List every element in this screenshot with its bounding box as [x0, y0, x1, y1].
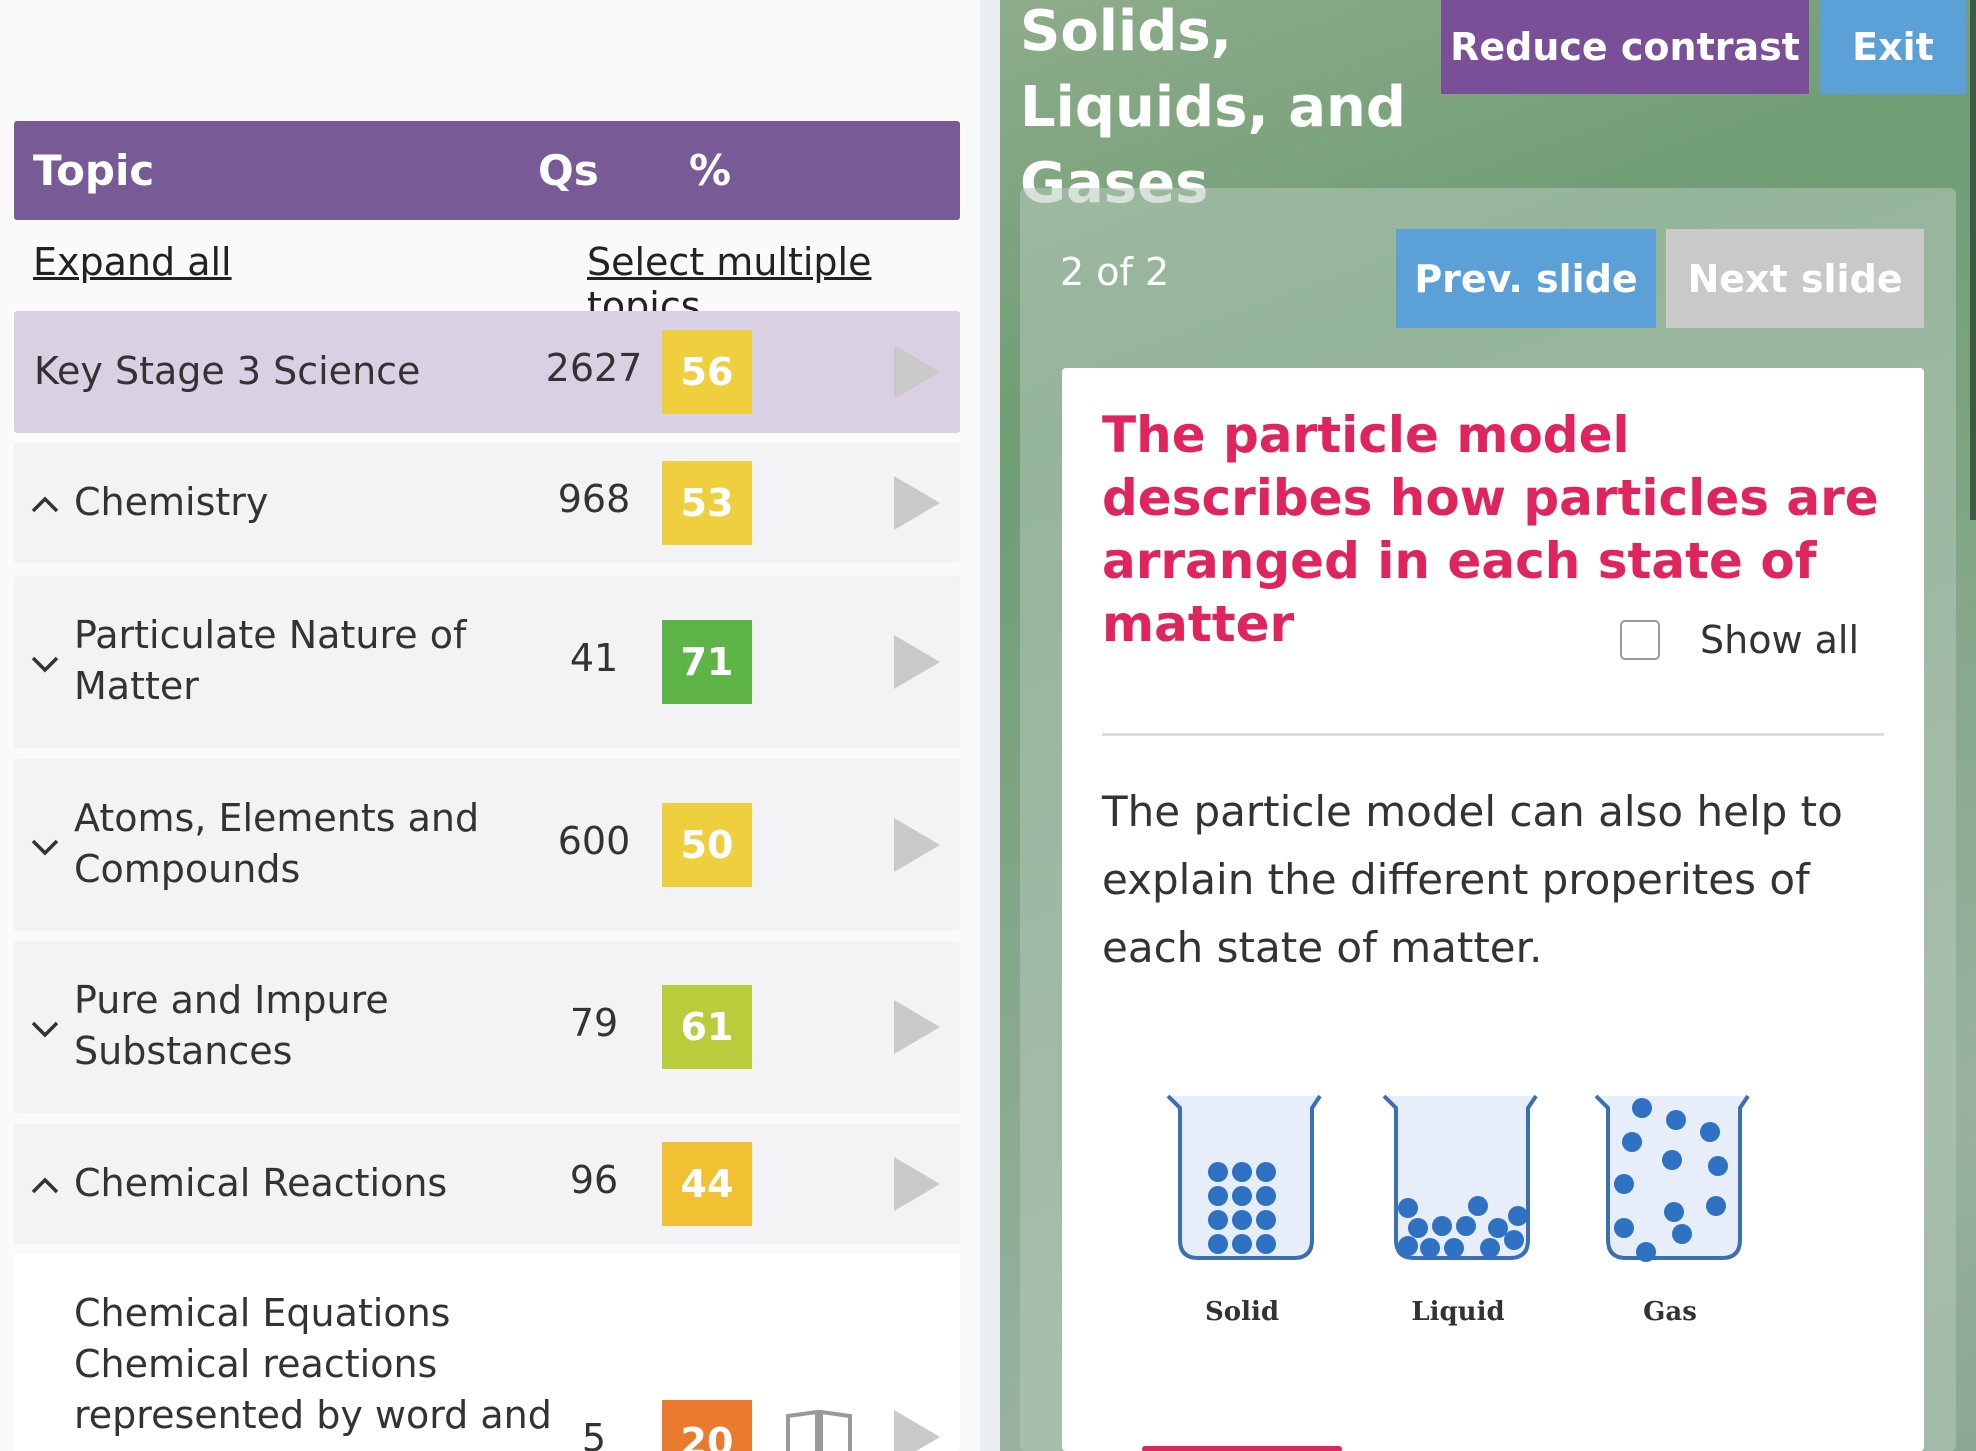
- play-icon[interactable]: [892, 998, 942, 1056]
- topic-name: Chemistry: [74, 480, 269, 524]
- slide-body-text: The particle model can also help to expl…: [1102, 787, 1843, 972]
- topic-row-pure-impure[interactable]: Pure and Impure Substances 79 61: [14, 941, 960, 1113]
- topic-description-line1: Chemical reactions: [74, 1342, 438, 1386]
- show-all-toggle[interactable]: Show all: [1620, 618, 1859, 662]
- topic-row-ks3-science[interactable]: Key Stage 3 Science 2627 56: [14, 311, 960, 433]
- topic-table-header: Topic Qs %: [14, 121, 960, 220]
- slide-counter: 2 of 2: [1060, 250, 1170, 294]
- percent-badge: 20: [662, 1400, 752, 1451]
- question-count: 5: [581, 1416, 607, 1451]
- question-count: 968: [557, 477, 631, 521]
- topic-row-chemistry[interactable]: Chemistry 968 53: [14, 443, 960, 563]
- gas-beaker: Gas: [1594, 1094, 1750, 1327]
- topic-panel: Topic Qs % Expand all Select multiple to…: [0, 0, 980, 1451]
- percent-badge: 71: [662, 620, 752, 704]
- question-count: 79: [569, 1001, 619, 1045]
- qs-column-header: Qs: [538, 146, 599, 195]
- solid-label: Solid: [1205, 1297, 1279, 1327]
- topic-row-chemical-equations[interactable]: Chemical Equations Chemical reactions re…: [14, 1254, 960, 1451]
- play-icon[interactable]: [892, 816, 942, 874]
- chevron-down-icon[interactable]: [28, 829, 62, 863]
- slide-card: The particle model describes how particl…: [1062, 368, 1924, 1451]
- liquid-label: Liquid: [1411, 1297, 1504, 1327]
- play-icon[interactable]: [892, 633, 942, 691]
- reduce-contrast-button[interactable]: Reduce contrast: [1441, 0, 1809, 94]
- chevron-down-icon[interactable]: [28, 646, 62, 680]
- topic-name-line2: Substances: [74, 1029, 293, 1073]
- topic-name-line2: Matter: [74, 664, 199, 708]
- lesson-panel: Solids, Liquids, and Gases Reduce contra…: [1000, 0, 1976, 1451]
- percent-column-header: %: [689, 146, 732, 195]
- prev-slide-button[interactable]: Prev. slide: [1396, 229, 1656, 328]
- question-count: 41: [569, 636, 619, 680]
- chevron-down-icon[interactable]: [28, 1011, 62, 1045]
- percent-badge: 61: [662, 985, 752, 1069]
- topic-row-atoms-elements[interactable]: Atoms, Elements and Compounds 600 50: [14, 759, 960, 931]
- next-slide-button[interactable]: Next slide: [1666, 229, 1924, 328]
- topic-name-line1: Pure and Impure: [74, 978, 389, 1022]
- percent-badge: 53: [662, 461, 752, 545]
- topic-name: Chemical Reactions: [74, 1161, 448, 1205]
- topic-row-particulate-nature[interactable]: Particulate Nature of Matter 41 71: [14, 576, 960, 748]
- topic-name-line1: Atoms, Elements and: [74, 796, 480, 840]
- liquid-beaker: Liquid: [1382, 1094, 1538, 1327]
- solid-beaker: Solid: [1166, 1094, 1322, 1327]
- topic-row-chemical-reactions[interactable]: Chemical Reactions 96 44: [14, 1124, 960, 1244]
- gas-label: Gas: [1643, 1297, 1697, 1327]
- chevron-up-icon[interactable]: [28, 1168, 62, 1202]
- topic-column-header: Topic: [33, 146, 155, 195]
- percent-badge: 50: [662, 803, 752, 887]
- show-all-label: Show all: [1700, 618, 1860, 662]
- play-icon[interactable]: [892, 1155, 942, 1213]
- percent-badge: 44: [662, 1142, 752, 1226]
- question-count: 2627: [545, 346, 643, 390]
- pink-accent-bar: [1142, 1446, 1342, 1451]
- question-count: 96: [569, 1158, 619, 1202]
- question-count: 600: [557, 819, 631, 863]
- chevron-up-icon[interactable]: [28, 487, 62, 521]
- play-icon[interactable]: [892, 474, 942, 532]
- percent-badge: 56: [662, 330, 752, 414]
- expand-all-link[interactable]: Expand all: [33, 240, 232, 284]
- topic-name-line2: Compounds: [74, 847, 301, 891]
- topic-name: Chemical Equations: [74, 1291, 451, 1335]
- states-of-matter-diagram: Solid Liquid Gas: [1166, 1094, 1750, 1327]
- exit-button[interactable]: Exit: [1820, 0, 1966, 94]
- scrollbar[interactable]: [1970, 0, 1976, 520]
- play-icon[interactable]: [892, 343, 942, 401]
- topic-name-line1: Particulate Nature of: [74, 613, 467, 657]
- divider-line: [1102, 733, 1884, 736]
- book-icon[interactable]: [784, 1408, 854, 1451]
- checkbox-icon[interactable]: [1620, 620, 1660, 660]
- play-icon[interactable]: [892, 1408, 942, 1451]
- panel-divider: [980, 0, 1000, 1451]
- topic-name: Key Stage 3 Science: [34, 349, 421, 393]
- topic-description-line2: represented by word and: [74, 1393, 552, 1437]
